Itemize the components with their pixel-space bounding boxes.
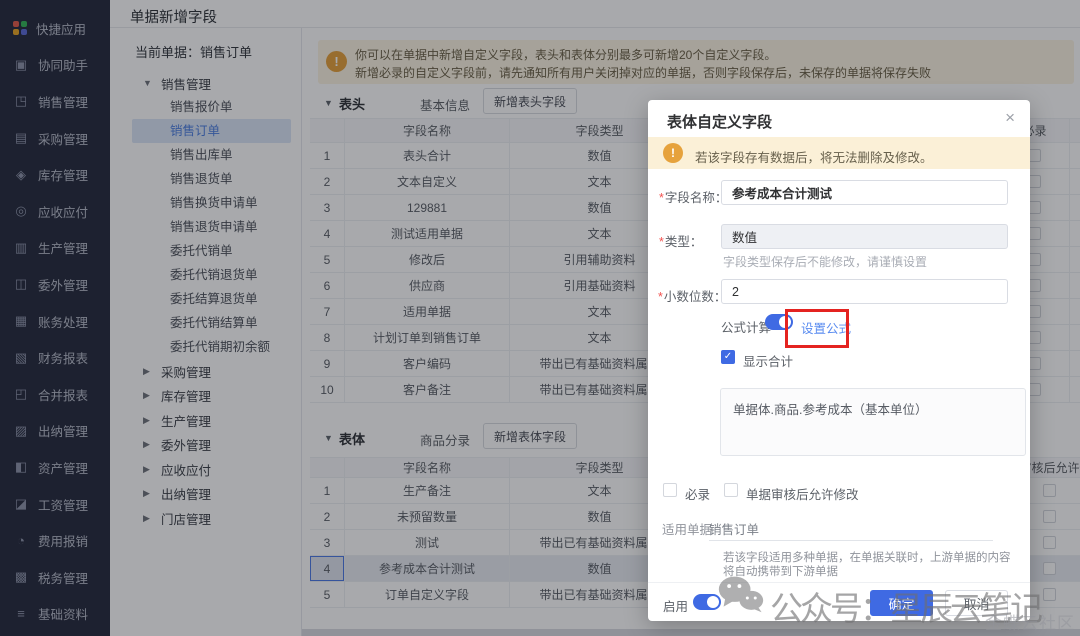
formula-toggle-label: 公式计算 xyxy=(721,317,771,336)
dialog-alert: ! 若该字段存有数据后，将无法删除及修改。 xyxy=(648,137,1030,169)
warning-icon: ! xyxy=(663,143,683,163)
enable-label: 启用 xyxy=(663,596,688,615)
close-icon[interactable]: × xyxy=(1005,108,1015,128)
applicable-docs-helper: 若该字段适用多种单据，在单据关联时，上游单据的内容将自动携带到下游单据 xyxy=(723,552,1015,579)
audit-editable-checkbox[interactable] xyxy=(724,483,738,497)
field-type-input: 数值 xyxy=(721,224,1008,249)
applicable-docs-label: 适用单据 xyxy=(662,519,712,538)
ok-button[interactable]: 确定 xyxy=(870,590,933,616)
show-total-checkbox[interactable]: ✓ xyxy=(721,350,735,364)
formula-expression-box: 单据体.商品.参考成本（基本单位） xyxy=(720,388,1026,456)
enable-toggle[interactable] xyxy=(693,594,721,610)
show-total-label: 显示合计 xyxy=(743,351,793,370)
audit-editable-label: 单据审核后允许修改 xyxy=(746,484,859,503)
cancel-button[interactable]: 取消 xyxy=(945,590,1008,616)
field-name-input[interactable]: 参考成本合计测试 xyxy=(721,180,1008,205)
red-annotation-box xyxy=(785,309,849,348)
applicable-docs-underline xyxy=(709,540,993,541)
required-checkbox[interactable] xyxy=(663,483,677,497)
custom-field-dialog: 表体自定义字段 × ! 若该字段存有数据后，将无法删除及修改。 字段名称： 参考… xyxy=(648,100,1030,621)
field-type-label: 类型： xyxy=(659,231,702,250)
field-type-helper: 字段类型保存后不能修改，请谨慎设置 xyxy=(723,253,927,270)
applicable-docs-value[interactable]: 销售订单 xyxy=(709,519,759,538)
dialog-title: 表体自定义字段 xyxy=(667,111,772,132)
dialog-footer: 启用 确定 取消 xyxy=(648,582,1030,621)
field-name-label: 字段名称： xyxy=(659,187,727,206)
dialog-alert-text: 若该字段存有数据后，将无法删除及修改。 xyxy=(695,147,933,166)
decimals-input[interactable]: 2 xyxy=(721,279,1008,304)
decimals-label: 小数位数： xyxy=(658,286,726,305)
required-label: 必录 xyxy=(685,484,710,503)
